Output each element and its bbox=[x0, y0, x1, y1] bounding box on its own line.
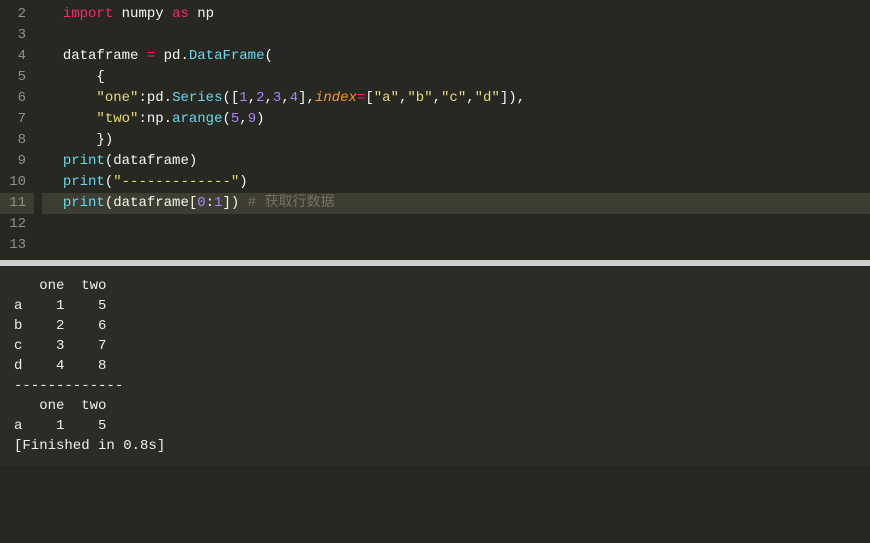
code-line-active[interactable]: print(dataframe[0:1]) # 获取行数据 bbox=[42, 193, 870, 214]
code-line[interactable]: print(dataframe) bbox=[42, 151, 870, 172]
code-line[interactable] bbox=[42, 235, 870, 256]
line-number: 5 bbox=[0, 67, 34, 88]
code-line[interactable]: dataframe = pd.DataFrame( bbox=[42, 46, 870, 67]
code-line[interactable] bbox=[42, 25, 870, 46]
code-line[interactable]: print("-------------") bbox=[42, 172, 870, 193]
code-line[interactable]: "one":pd.Series([1,2,3,4],index=["a","b"… bbox=[42, 88, 870, 109]
line-number: 2 bbox=[0, 4, 34, 25]
code-line[interactable]: }) bbox=[42, 130, 870, 151]
code-line[interactable]: { bbox=[42, 67, 870, 88]
line-number: 3 bbox=[0, 25, 34, 46]
line-number-gutter: 2 3 4 5 6 7 8 9 10 11 12 13 bbox=[0, 0, 42, 260]
code-content[interactable]: import numpy as np dataframe = pd.DataFr… bbox=[42, 0, 870, 260]
code-line[interactable]: "two":np.arange(5,9) bbox=[42, 109, 870, 130]
code-line[interactable]: import numpy as np bbox=[42, 4, 870, 25]
code-line[interactable] bbox=[42, 214, 870, 235]
code-editor[interactable]: 2 3 4 5 6 7 8 9 10 11 12 13 import numpy… bbox=[0, 0, 870, 260]
line-number: 8 bbox=[0, 130, 34, 151]
line-number: 12 bbox=[0, 214, 34, 235]
line-number: 11 bbox=[0, 193, 34, 214]
line-number: 7 bbox=[0, 109, 34, 130]
output-text: one two a 1 5 b 2 6 c 3 7 d 4 8 --------… bbox=[14, 278, 165, 454]
line-number: 4 bbox=[0, 46, 34, 67]
output-console[interactable]: one two a 1 5 b 2 6 c 3 7 d 4 8 --------… bbox=[0, 266, 870, 466]
line-number: 6 bbox=[0, 88, 34, 109]
line-number: 9 bbox=[0, 151, 34, 172]
line-number: 10 bbox=[0, 172, 34, 193]
line-number: 13 bbox=[0, 235, 34, 256]
